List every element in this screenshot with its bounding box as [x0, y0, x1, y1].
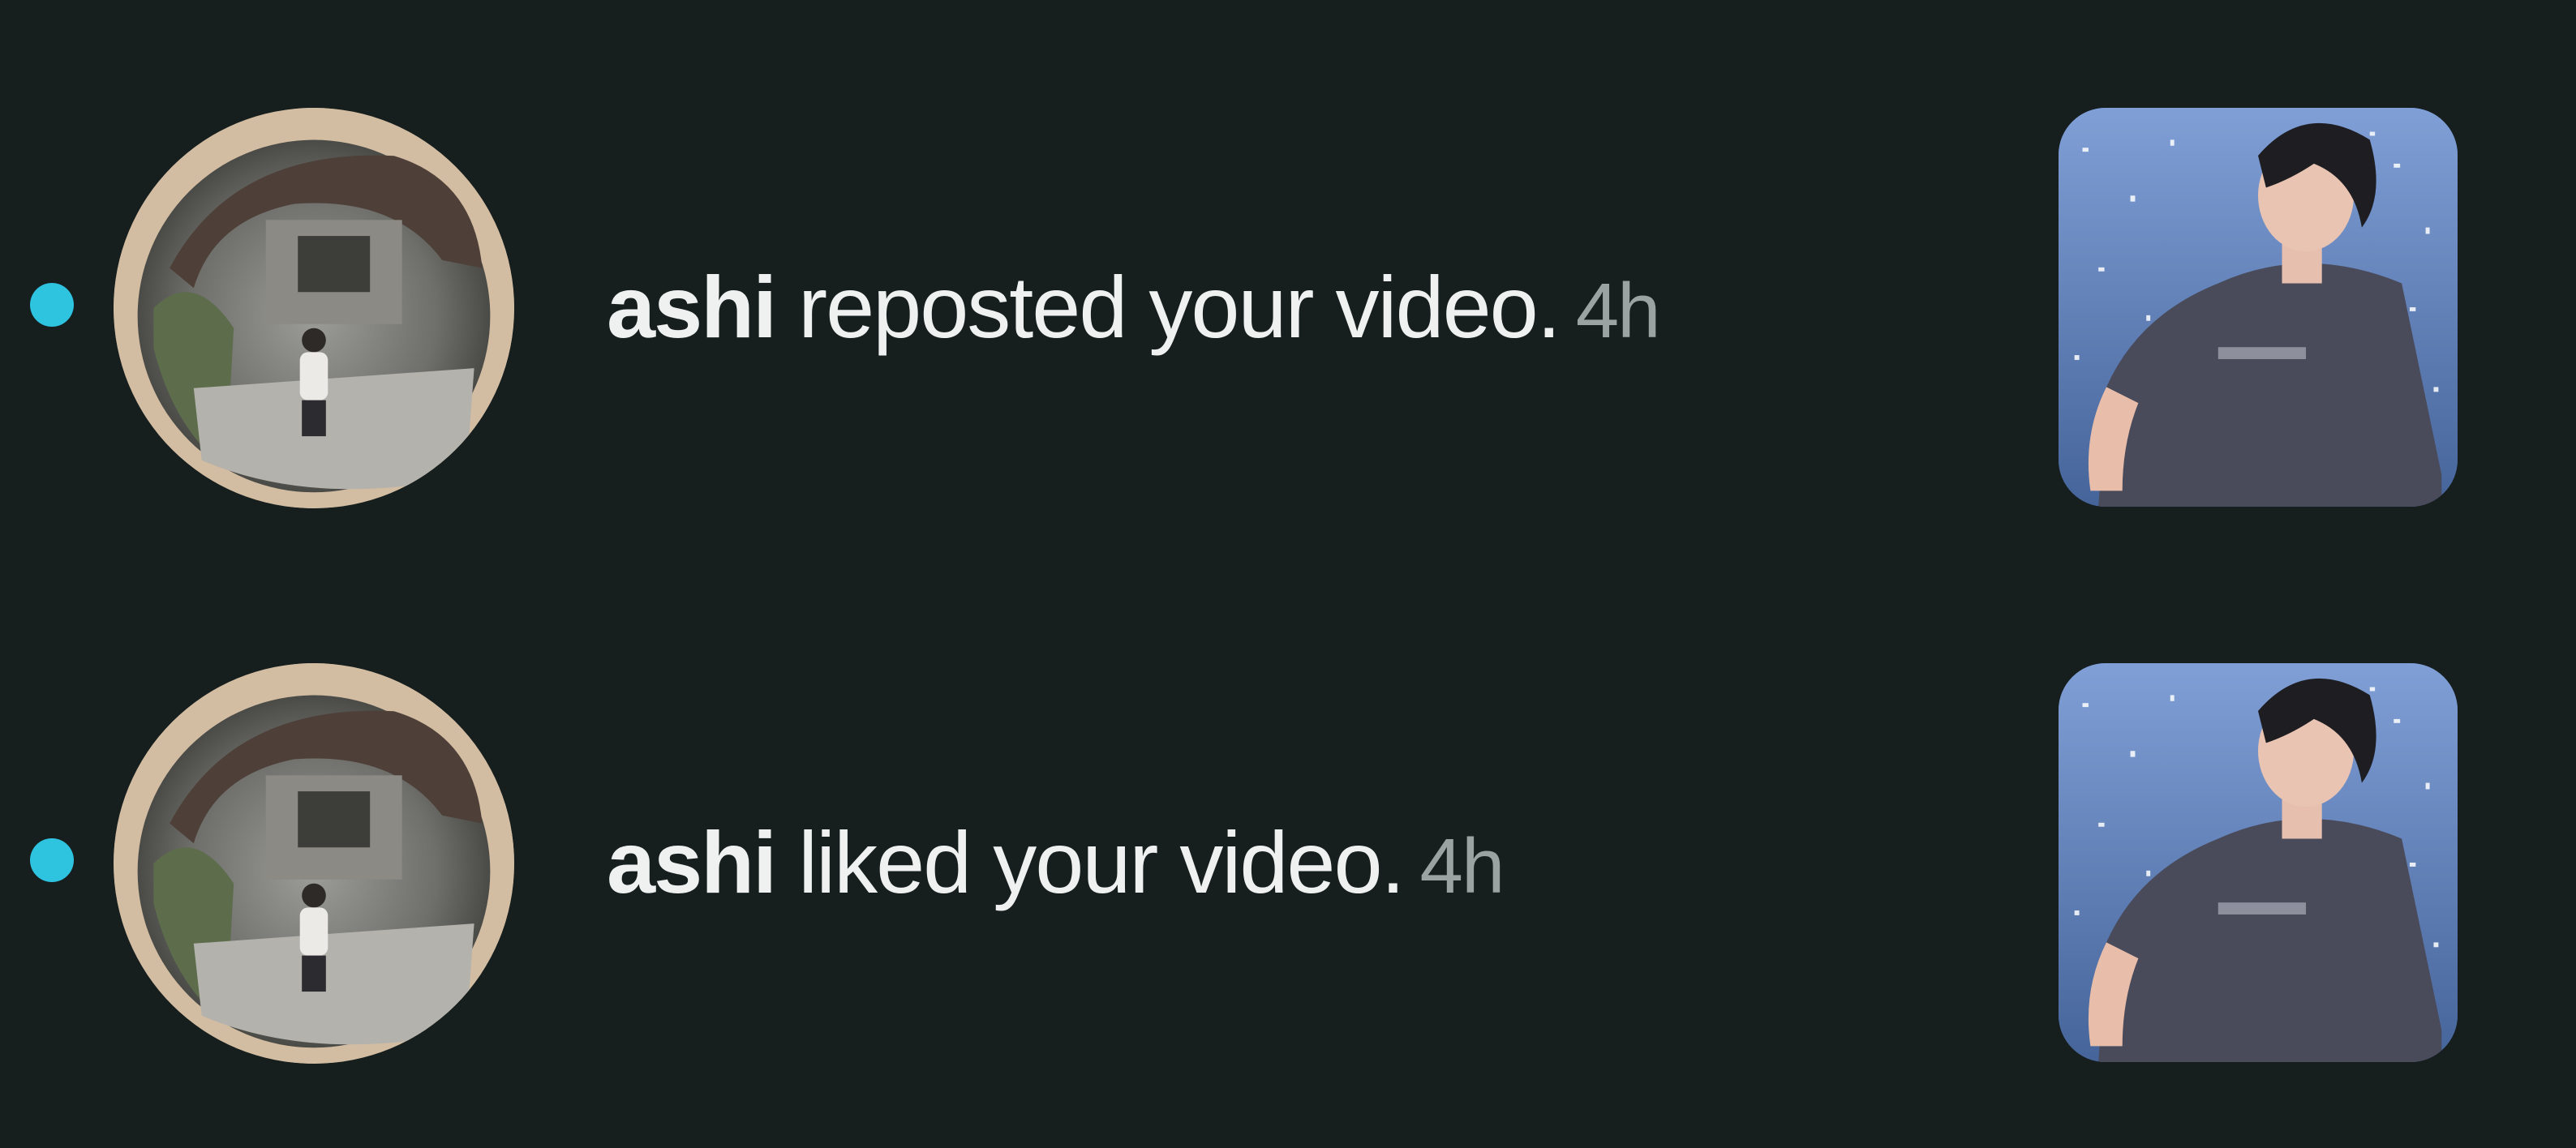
user-avatar[interactable] — [114, 108, 514, 508]
username-link[interactable]: ashi — [607, 258, 777, 356]
activity-message: ashi reposted your video. 4h — [607, 258, 1661, 356]
activity-item[interactable]: ashi reposted your video. 4h — [0, 108, 2576, 513]
user-avatar[interactable] — [114, 663, 514, 1064]
activity-timestamp: 4h — [1419, 823, 1505, 910]
activity-timestamp: 4h — [1575, 268, 1661, 354]
activity-text: liked your video. — [798, 813, 1405, 911]
activity-message: ashi liked your video. 4h — [607, 813, 1505, 911]
unread-indicator-dot — [30, 283, 74, 327]
username-link[interactable]: ashi — [607, 813, 777, 911]
video-thumbnail[interactable] — [2059, 663, 2458, 1062]
activity-item[interactable]: ashi liked your video. 4h — [0, 663, 2576, 1069]
unread-indicator-dot — [30, 838, 74, 882]
activity-text: reposted your video. — [798, 258, 1561, 356]
video-thumbnail[interactable] — [2059, 108, 2458, 507]
